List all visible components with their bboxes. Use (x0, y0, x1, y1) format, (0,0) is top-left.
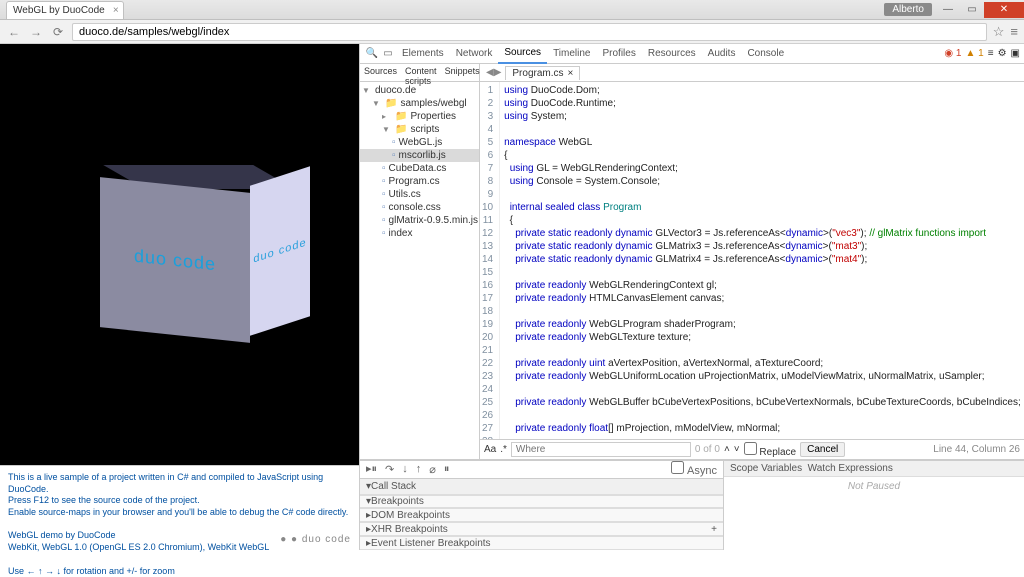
nav-forward-icon[interactable]: → (28, 24, 44, 40)
tree-folder[interactable]: samples/webgl (400, 98, 466, 109)
find-prev-icon[interactable]: ˄ (724, 444, 730, 455)
editor-tabs: ◀▶ Program.cs × (480, 64, 1024, 82)
case-toggle[interactable]: .* (500, 444, 507, 455)
tree-root[interactable]: duoco.de (375, 85, 416, 96)
bookmark-icon[interactable]: ☆ (993, 24, 1005, 40)
dock-icon[interactable]: ▣ (1011, 48, 1020, 59)
webgl-canvas[interactable]: duo code duo code (0, 44, 359, 465)
devtools-tab-profiles[interactable]: Profiles (596, 44, 641, 64)
devtools-tab-sources[interactable]: Sources (498, 44, 547, 64)
tree-item[interactable]: ▫index (360, 227, 479, 240)
find-input[interactable] (511, 442, 691, 457)
sidebar-tab-sources[interactable]: Sources (360, 64, 401, 81)
browser-titlebar: WebGL by DuoCode × Alberto — ▭ ✕ (0, 0, 1024, 20)
pause-icon[interactable]: ▸⏸ (366, 462, 377, 476)
devtools-toolbar: 🔍 ▭ ElementsNetworkSourcesTimelineProfil… (360, 44, 1024, 64)
editor-status: Line 44, Column 26 (933, 444, 1020, 455)
footer-logo: ● ● duo code (280, 533, 351, 546)
find-next-icon[interactable]: ˅ (734, 444, 740, 455)
nav-back-icon[interactable]: ← (6, 24, 22, 40)
drawer-icon[interactable]: ≡ (988, 48, 994, 59)
tab-scope-variables[interactable]: Scope Variables (730, 463, 802, 474)
tree-item[interactable]: ▼📁scripts (360, 123, 479, 136)
nav-reload-icon[interactable]: ⟳ (50, 24, 66, 40)
error-count[interactable]: ◉ 1 (944, 48, 961, 59)
window-close-icon[interactable]: ✕ (984, 2, 1024, 18)
find-count: 0 of 0 (695, 444, 720, 455)
async-checkbox[interactable]: Async (671, 461, 717, 477)
inspect-icon[interactable]: 🔍 (364, 48, 380, 59)
editor-nav-icon[interactable]: ◀▶ (482, 67, 505, 78)
tree-item[interactable]: ▫glMatrix-0.9.5.min.js (360, 214, 479, 227)
find-bar: Aa .* 0 of 0 ˄ ˅ Replace Cancel Line 44,… (480, 439, 1024, 459)
window-minimize-icon[interactable]: — (936, 2, 960, 18)
cube-face-front: duo code (100, 177, 250, 343)
panel-dom-breakpoints[interactable]: ▸ DOM Breakpoints (360, 508, 723, 522)
tree-item[interactable]: ▫WebGL.js (360, 136, 479, 149)
warning-count[interactable]: ▲ 1 (965, 48, 983, 59)
pause-exceptions-icon[interactable]: ⏸ (444, 463, 450, 476)
deactivate-bp-icon[interactable]: ⌀ (429, 463, 436, 476)
user-badge[interactable]: Alberto (884, 3, 932, 16)
step-out-icon[interactable]: ↑ (416, 463, 422, 475)
tree-item[interactable]: ▫CubeData.cs (360, 162, 479, 175)
devtools-tab-resources[interactable]: Resources (642, 44, 702, 64)
sidebar-tab-snippets[interactable]: Snippets (441, 64, 484, 81)
tab-title: WebGL by DuoCode (13, 5, 105, 16)
debugger-toolbar: ▸⏸ ↷ ↓ ↑ ⌀ ⏸ Async (360, 461, 723, 479)
tree-item[interactable]: ▸📁Properties (360, 110, 479, 123)
menu-icon[interactable]: ≡ (1010, 24, 1018, 40)
tree-item[interactable]: ▫mscorlib.js (360, 149, 479, 162)
demo-console: This is a live sample of a project writt… (0, 465, 359, 550)
regex-toggle[interactable]: Aa (484, 444, 496, 455)
panel-call-stack[interactable]: ▾ Call Stack (360, 479, 723, 495)
device-icon[interactable]: ▭ (380, 48, 396, 59)
step-over-icon[interactable]: ↷ (385, 463, 394, 476)
devtools-tab-timeline[interactable]: Timeline (547, 44, 596, 64)
url-input[interactable] (72, 23, 987, 41)
devtools-tab-elements[interactable]: Elements (396, 44, 450, 64)
window-maximize-icon[interactable]: ▭ (960, 2, 984, 18)
code-editor[interactable]: 1234567891011121314151617181920212223242… (480, 82, 1024, 439)
replace-checkbox[interactable]: Replace (744, 442, 796, 458)
tree-item[interactable]: ▫Utils.cs (360, 188, 479, 201)
devtools-tab-audits[interactable]: Audits (702, 44, 742, 64)
add-icon[interactable]: + (711, 524, 717, 535)
tree-item[interactable]: ▫Program.cs (360, 175, 479, 188)
devtools-tab-network[interactable]: Network (450, 44, 499, 64)
demo-cube: duo code duo code (80, 165, 280, 345)
settings-icon[interactable]: ⚙ (998, 48, 1007, 59)
panel-scope-watch: Scope Variables Watch Expressions (724, 461, 1024, 477)
panel-breakpoints[interactable]: ▾ Breakpoints (360, 495, 723, 509)
tree-item[interactable]: ▫console.css (360, 201, 479, 214)
panel-event-breakpoints[interactable]: ▸ Event Listener Breakpoints (360, 536, 723, 550)
cancel-button[interactable]: Cancel (800, 442, 845, 457)
browser-tab[interactable]: WebGL by DuoCode × (6, 1, 124, 19)
sources-sidebar-tabs: Sources Content scripts Snippets (360, 64, 479, 82)
close-icon[interactable]: × (568, 68, 574, 79)
tab-close-icon[interactable]: × (113, 5, 119, 16)
panel-xhr-breakpoints[interactable]: ▸ XHR Breakpoints+ (360, 522, 723, 536)
tab-watch-expressions[interactable]: Watch Expressions (808, 463, 893, 474)
editor-tab[interactable]: Program.cs × (505, 66, 580, 80)
address-bar: ← → ⟳ ☆ ≡ (0, 20, 1024, 44)
file-tree[interactable]: ▼duoco.de ▼📁samples/webgl ▸📁Properties▼📁… (360, 82, 479, 459)
step-into-icon[interactable]: ↓ (402, 463, 408, 475)
cube-face-side: duo code (250, 166, 310, 335)
devtools-tab-console[interactable]: Console (741, 44, 790, 64)
sidebar-tab-content-scripts[interactable]: Content scripts (401, 64, 441, 81)
